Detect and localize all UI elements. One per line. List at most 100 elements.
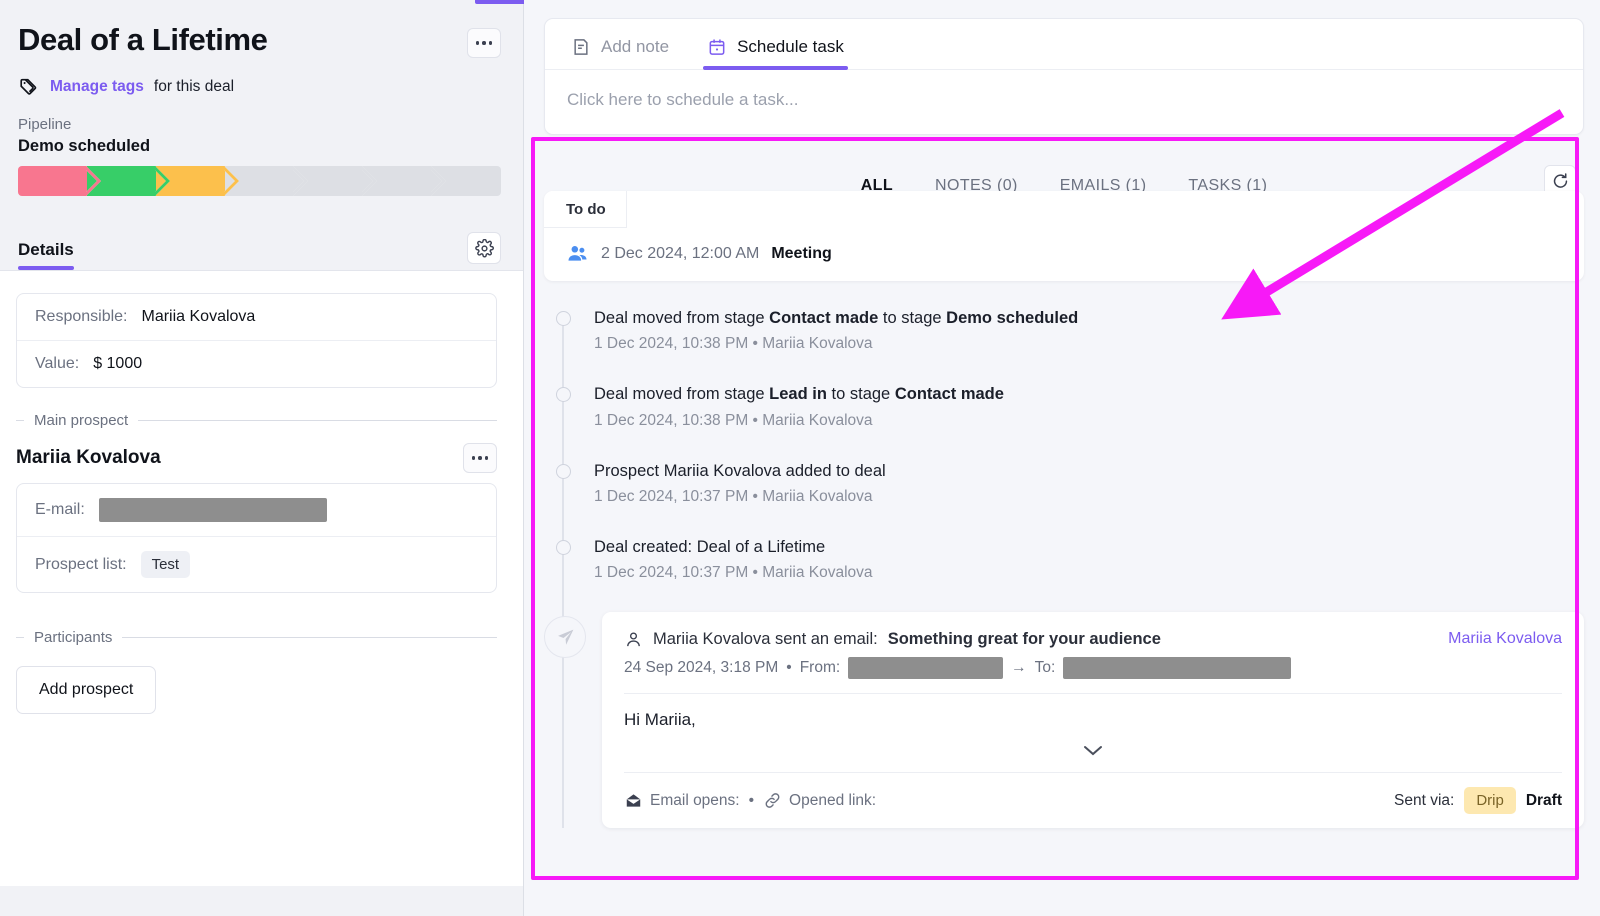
divider-dash	[16, 637, 24, 638]
opened-link-label: Opened link:	[789, 791, 877, 809]
deal-field-key: Responsible:	[35, 308, 128, 325]
opened-link-stat: Opened link:	[763, 791, 876, 810]
timeline-section: ALLNOTES (0)EMAILS (1)TASKS (1) To do	[544, 159, 1584, 829]
email-card[interactable]: Mariia Kovalova sent an email: Something…	[602, 612, 1584, 829]
draft-status-badge: Draft	[1525, 791, 1562, 809]
email-subject: Something great for your audience	[887, 630, 1161, 649]
divider-rule	[138, 420, 497, 421]
schedule-task-input[interactable]: Click here to schedule a task...	[545, 70, 1583, 134]
email-to-redacted	[1063, 657, 1292, 680]
sent-via: Sent via: Drip Draft	[1394, 787, 1562, 815]
email-opens-label: Email opens:	[650, 791, 740, 809]
email-header: Mariia Kovalova sent an email: Something…	[624, 630, 1562, 649]
email-direction-arrow: →	[1011, 659, 1027, 677]
send-icon	[557, 629, 573, 645]
more-horizontal-icon	[475, 41, 480, 45]
drip-badge: Drip	[1464, 787, 1516, 815]
pipeline-block: Pipeline Demo scheduled	[0, 98, 523, 196]
deal-field-value: Mariia Kovalova	[141, 308, 256, 325]
participants-label: Participants	[34, 629, 113, 646]
deal-field-value: $ 1000	[93, 355, 143, 372]
add-prospect-button[interactable]: Add prospect	[16, 666, 157, 714]
prospect-field-row[interactable]: Prospect list: Test	[17, 537, 496, 592]
pipeline-progress-bar[interactable]	[18, 166, 501, 196]
prospect-list-pill[interactable]: Test	[140, 551, 191, 578]
email-meta-sep: •	[786, 659, 792, 677]
deal-header: Deal of a Lifetime	[0, 0, 523, 58]
email-activity: Mariia Kovalova sent an email: Something…	[544, 612, 1584, 829]
event-mid: to stage	[826, 385, 895, 404]
composer-card: Add note Schedule task Click here to sch…	[544, 18, 1584, 135]
event-prefix: Deal moved from stage	[594, 309, 770, 327]
manage-tags-row: Manage tags for this deal	[0, 58, 523, 98]
more-horizontal-icon	[471, 456, 476, 460]
email-meta: 24 Sep 2024, 3:18 PM • From: → To:	[624, 657, 1562, 680]
deal-more-options-button[interactable]	[467, 28, 501, 58]
divider-dash	[16, 420, 24, 421]
tab-details[interactable]: Details	[18, 240, 74, 270]
pipeline-chevron-icon	[431, 166, 446, 196]
pipeline-label: Pipeline	[18, 116, 72, 133]
event-to-stage: Demo scheduled	[946, 309, 1079, 327]
pipeline-current-stage: Demo scheduled	[18, 137, 151, 155]
timeline-event: Prospect Mariia Kovalova added to deal 1 …	[556, 460, 1584, 506]
email-expand-button[interactable]	[624, 736, 1562, 772]
tab-add-note[interactable]: Add note	[567, 29, 673, 69]
todo-tab[interactable]: To do	[544, 191, 627, 228]
prospect-field-row[interactable]: E-mail:	[17, 484, 496, 537]
deal-field-row[interactable]: Value: $ 1000	[17, 341, 496, 387]
timeline-event-meta: 1 Dec 2024, 10:38 PM • Mariia Kovalova	[594, 335, 873, 353]
tab-schedule-task-label: Schedule task	[737, 37, 844, 56]
todo-card: To do 2 Dec 2024, 12:00 AM Meeting	[544, 191, 1584, 281]
person-icon	[627, 632, 640, 647]
email-from-label: From:	[799, 659, 841, 677]
prospect-name: Mariia Kovalova	[16, 447, 161, 468]
todo-title: Meeting	[771, 244, 832, 262]
tab-add-note-label: Add note	[601, 37, 670, 56]
divider-rule	[122, 637, 497, 638]
participants-divider: Participants	[16, 629, 497, 646]
timeline-dot	[556, 463, 571, 479]
email-opens-stat: Email opens:	[624, 791, 740, 810]
activity-events: Deal moved from stage Contact made to st…	[544, 307, 1584, 829]
timeline-event-meta: 1 Dec 2024, 10:37 PM • Mariia Kovalova	[594, 564, 873, 582]
deal-field-key: Value:	[35, 355, 80, 372]
main-prospect-label: Main prospect	[34, 412, 129, 429]
refresh-icon	[1553, 172, 1567, 188]
envelope-open-icon	[626, 794, 641, 807]
more-horizontal-icon	[482, 41, 486, 45]
details-body: Responsible: Mariia Kovalova Value: $ 1000 …	[0, 270, 523, 886]
timeline-event: Deal moved from stage Contact made to st…	[556, 307, 1584, 353]
email-from-redacted	[848, 657, 1004, 680]
activity-panel: Add note Schedule task Click here to sch…	[524, 0, 1600, 916]
timeline-event-text: Deal moved from stage Contact made to st…	[594, 307, 1584, 329]
manage-tags-link[interactable]: Manage tags	[50, 78, 144, 96]
pipeline-chevron-icon	[362, 166, 377, 196]
tab-schedule-task[interactable]: Schedule task	[703, 29, 848, 70]
event-from-stage: Lead in	[769, 385, 827, 404]
tag-icon	[20, 78, 37, 95]
todo-row[interactable]: 2 Dec 2024, 12:00 AM Meeting	[544, 228, 1584, 281]
pipeline-segment-fill	[18, 166, 87, 196]
timeline-event-meta: 1 Dec 2024, 10:38 PM • Mariia Kovalova	[594, 411, 873, 429]
prospect-header: Mariia Kovalova	[16, 443, 497, 473]
event-from-stage: Contact made	[769, 309, 879, 327]
pipeline-segment-1[interactable]	[18, 166, 101, 196]
pipeline-chevron-icon	[224, 166, 239, 196]
pipeline-chevron-icon	[293, 166, 308, 196]
sent-via-label: Sent via:	[1394, 791, 1455, 809]
deal-sidebar: Deal of a Lifetime Manage tags for this …	[0, 0, 535, 916]
gear-icon	[474, 238, 494, 257]
deal-fields-card: Responsible: Mariia Kovalova Value: $ 1000	[16, 293, 497, 388]
more-horizontal-icon	[478, 456, 482, 460]
email-sender-link[interactable]: Mariia Kovalova	[1448, 630, 1562, 648]
deal-field-row[interactable]: Responsible: Mariia Kovalova	[17, 294, 496, 341]
timeline-event-meta: 1 Dec 2024, 10:37 PM • Mariia Kovalova	[594, 487, 873, 505]
timeline-dot	[556, 387, 571, 403]
details-settings-button[interactable]	[467, 232, 501, 264]
timeline-event: Deal moved from stage Lead in to stage C…	[556, 383, 1584, 429]
event-prefix: Deal moved from stage	[594, 385, 770, 404]
page-title: Deal of a Lifetime	[18, 22, 268, 57]
prospect-more-options-button[interactable]	[463, 443, 497, 473]
manage-tags-suffix: for this deal	[153, 78, 235, 95]
